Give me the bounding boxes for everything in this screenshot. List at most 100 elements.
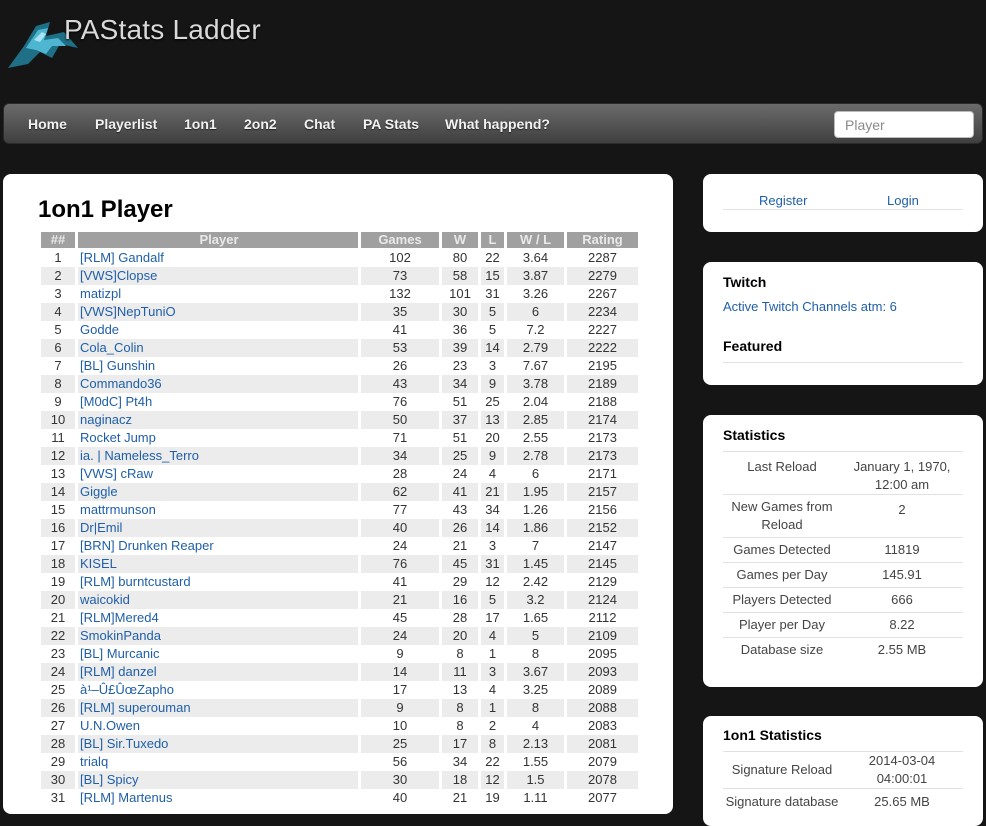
player-name-link[interactable]: KISEL [80, 556, 117, 571]
player-name-link[interactable]: Dr|Emil [80, 520, 122, 535]
games-cell: 9 [361, 699, 439, 717]
table-row: 3 matizpl 132 101 31 3.26 2267 [41, 285, 638, 303]
register-link[interactable]: Register [759, 193, 807, 208]
player-name-link[interactable]: [RLM] burntcustard [80, 574, 191, 589]
games-cell: 34 [361, 447, 439, 465]
nav-2on2[interactable]: 2on2 [244, 116, 277, 132]
wins-cell: 39 [442, 339, 478, 357]
player-name-link[interactable]: [BL] Spicy [80, 772, 139, 787]
player-name-link[interactable]: matizpl [80, 286, 121, 301]
table-row: 24 [RLM] danzel 14 11 3 3.67 2093 [41, 663, 638, 681]
nav-pa-stats[interactable]: PA Stats [363, 116, 419, 132]
player-name-link[interactable]: Commando36 [80, 376, 162, 391]
nav-playerlist[interactable]: Playerlist [95, 116, 157, 132]
nav-1on1[interactable]: 1on1 [184, 116, 217, 132]
twitch-channels-link[interactable]: Active Twitch Channels atm: 6 [723, 299, 897, 314]
player-name-link[interactable]: Rocket Jump [80, 430, 156, 445]
col-rank-header[interactable]: ## [41, 232, 75, 249]
wins-cell: 101 [449, 286, 471, 301]
games-cell: 30 [361, 771, 439, 789]
player-name-link[interactable]: [M0dC] Pt4h [80, 394, 152, 409]
ratio-cell: 6 [507, 303, 564, 321]
player-name-link[interactable]: à¹–Û£ÛœZapho [80, 682, 174, 697]
wins-cell: 45 [442, 555, 478, 573]
stat-label: Last Reload [723, 451, 841, 495]
player-name-link[interactable]: naginacz [80, 412, 132, 427]
col-games-header[interactable]: Games [361, 232, 439, 249]
nav-chat[interactable]: Chat [304, 116, 335, 132]
table-row: 11 Rocket Jump 71 51 20 2.55 2173 [41, 429, 638, 447]
player-name-link[interactable]: [BL] Sir.Tuxedo [80, 736, 168, 751]
games-cell: 21 [361, 591, 439, 609]
player-name-link[interactable]: SmokinPanda [80, 628, 161, 643]
player-name-link[interactable]: U.N.Owen [80, 718, 140, 733]
player-name-link[interactable]: ia. | Nameless_Terro [80, 448, 199, 463]
stat-label: Signature database [723, 788, 841, 815]
wins-cell: 26 [442, 519, 478, 537]
ladder-body: 1 [RLM] Gandalf 102 80 22 3.64 2287 2 [VWS]Clops… [41, 249, 638, 807]
rating-cell: 2171 [588, 466, 617, 481]
player-cell: [RLM]Mered4 [78, 609, 358, 627]
player-cell: trialq [78, 753, 358, 771]
player-name-link[interactable]: mattrmunson [80, 502, 156, 517]
ratio-cell: 2.04 [522, 394, 549, 409]
rating-cell: 2173 [588, 430, 617, 445]
player-name-link[interactable]: Godde [80, 322, 119, 337]
col-wins-header[interactable]: W [442, 232, 478, 249]
player-name-link[interactable]: [BL] Murcanic [80, 646, 159, 661]
rank-cell: 4 [41, 303, 75, 321]
rating-cell: 2156 [588, 502, 617, 517]
player-name-link[interactable]: Cola_Colin [80, 340, 144, 355]
rank-cell: 11 [51, 430, 65, 445]
player-name-link[interactable]: [BRN] Drunken Reaper [80, 538, 214, 553]
player-name-link[interactable]: [VWS]NepTuniO [80, 304, 176, 319]
player-name-link[interactable]: [VWS]Clopse [80, 268, 157, 283]
col-player-header[interactable]: Player [78, 232, 358, 249]
player-name-link[interactable]: waicokid [80, 592, 130, 607]
table-row: 8 Commando36 43 34 9 3.78 2189 [41, 375, 638, 393]
player-name-link[interactable]: [BL] Gunshin [80, 358, 155, 373]
ratio-cell: 8 [531, 646, 540, 661]
table-row: 4 [VWS]NepTuniO 35 30 5 6 2234 [41, 303, 638, 321]
site-logo[interactable]: PAStats Ladder [6, 12, 266, 72]
games-cell: 76 [392, 394, 408, 409]
col-losses-header[interactable]: L [481, 232, 504, 249]
login-link[interactable]: Login [887, 193, 919, 208]
ratio-cell: 2.78 [507, 447, 564, 465]
table-row: 13 [VWS] cRaw 28 24 4 6 2171 [41, 465, 638, 483]
rank-cell: 27 [50, 718, 66, 733]
ratio-cell: 1.55 [522, 754, 549, 769]
player-name-link[interactable]: [RLM] danzel [80, 664, 157, 679]
rating-cell: 2083 [588, 718, 617, 733]
player-name-link[interactable]: Giggle [80, 484, 118, 499]
rank-cell: 9 [54, 394, 62, 409]
player-name-link[interactable]: [RLM]Mered4 [80, 610, 159, 625]
player-name-link[interactable]: trialq [80, 754, 108, 769]
player-cell: waicokid [78, 591, 358, 609]
nav-what-happend[interactable]: What happend? [445, 116, 550, 132]
player-name-link[interactable]: [RLM] Gandalf [80, 250, 164, 265]
player-name-link[interactable]: [RLM] Martenus [80, 790, 172, 805]
games-cell: 50 [361, 411, 439, 429]
losses-cell: 5 [481, 591, 504, 609]
player-search-input[interactable] [834, 111, 974, 138]
nav-home[interactable]: Home [28, 116, 67, 132]
rating-cell: 2174 [567, 411, 638, 429]
auth-box: Register Login [703, 174, 983, 232]
col-ratio-header[interactable]: W / L [507, 232, 564, 249]
player-cell: [M0dC] Pt4h [78, 393, 358, 411]
player-cell: [RLM] burntcustard [78, 573, 358, 591]
ratio-cell: 1.65 [522, 610, 549, 625]
col-rating-header[interactable]: Rating [567, 232, 638, 249]
stat-label: Players Detected [723, 587, 841, 613]
player-name-link[interactable]: [RLM] superouman [80, 700, 191, 715]
player-name-link[interactable]: [VWS] cRaw [80, 466, 153, 481]
wins-cell: 51 [452, 394, 468, 409]
player-cell: U.N.Owen [78, 717, 358, 735]
losses-cell: 3 [488, 358, 497, 373]
player-cell: [BRN] Drunken Reaper [78, 537, 358, 555]
player-cell: [BL] Sir.Tuxedo [78, 735, 358, 753]
stat-row: Signature Reload 2014-03-04 04:00:01 [723, 751, 963, 789]
player-cell: [RLM] Gandalf [78, 249, 358, 267]
stat-row: New Games from Reload 2 [723, 494, 963, 538]
